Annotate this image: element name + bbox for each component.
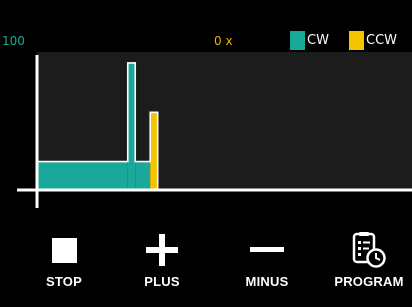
stop-button-label: STOP [46,274,82,289]
minus-icon [250,230,284,270]
plus-icon [146,230,178,270]
cw-segment-0 [38,161,128,189]
ccw-segment-0 [150,112,158,189]
plus-button-label: PLUS [144,274,180,289]
cw-segment-1 [127,62,136,189]
plus-button[interactable]: PLUS [112,230,212,302]
stop-icon [51,230,77,270]
stop-button[interactable]: STOP [14,230,114,302]
program-list-clock-icon [352,230,386,270]
minus-button-label: MINUS [245,274,289,289]
program-button-label: PROGRAM [334,274,404,289]
program-button[interactable]: PROGRAM [319,230,412,302]
minus-button[interactable]: MINUS [217,230,317,302]
speed-time-graph [17,55,412,208]
display-screen: 100 0 x CW CCW STOP PLUS MINUS PROGRAM [0,0,412,307]
cw-segment-2 [135,161,151,189]
